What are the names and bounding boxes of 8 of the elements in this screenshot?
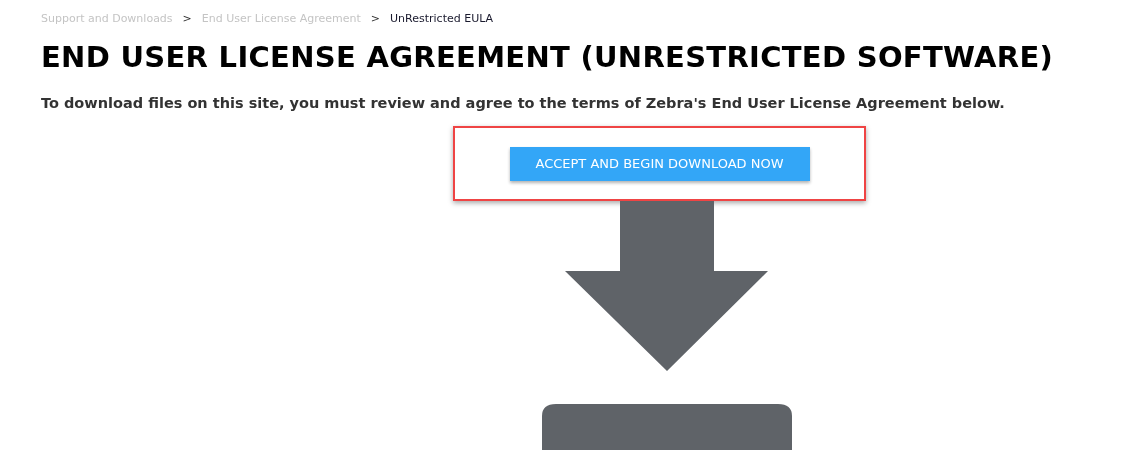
accept-download-button[interactable]: ACCEPT AND BEGIN DOWNLOAD NOW bbox=[509, 146, 810, 181]
breadcrumb-separator: > bbox=[182, 11, 192, 25]
page-title: END USER LICENSE AGREEMENT (UNRESTRICTED SOFTWARE) bbox=[41, 39, 1055, 76]
intro-text: To download files on this site, you must review and agree to the terms of Zebra's End User License Agreement below. bbox=[41, 94, 1006, 113]
breadcrumb-link[interactable]: End User License Agreement bbox=[201, 11, 361, 25]
breadcrumb-link[interactable]: Support and Downloads bbox=[41, 11, 173, 25]
breadcrumb-link[interactable]: UnRestricted EULA bbox=[390, 11, 494, 25]
breadcrumb-separator: > bbox=[370, 11, 381, 25]
